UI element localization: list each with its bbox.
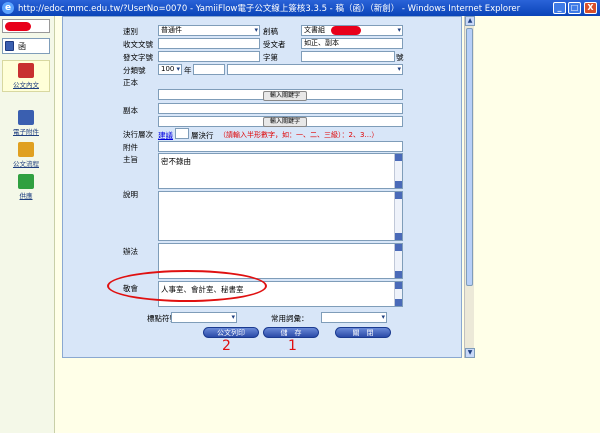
annotation-number-1: 1 — [288, 338, 297, 354]
type-select[interactable]: 普通件 — [158, 25, 260, 36]
method-label: 辦法 — [123, 247, 138, 256]
user-box — [2, 19, 50, 33]
subject-textarea[interactable]: 密不錄由 — [158, 153, 403, 189]
recipient-input[interactable]: 如正、副本 — [301, 38, 403, 49]
hao-label: 號 — [396, 53, 404, 62]
method-scrollbar[interactable] — [394, 244, 402, 278]
category-select[interactable] — [227, 64, 403, 75]
exec-level-input[interactable] — [175, 128, 189, 139]
annotation-number-2: 2 — [222, 338, 231, 354]
sidebar-item-attachment[interactable]: 電子附件 — [2, 108, 50, 140]
subject-text: 密不錄由 — [161, 157, 191, 166]
level-suffix: 層決行 — [191, 131, 214, 140]
scroll-thumb[interactable] — [466, 28, 473, 286]
countersign-scrollbar[interactable] — [394, 282, 402, 306]
scroll-up-arrow[interactable]: ▲ — [465, 16, 475, 26]
draft-value: 文書組 — [304, 26, 325, 34]
subject-scrollbar[interactable] — [394, 154, 402, 188]
sidebar-item-flow[interactable]: 公文流程 — [2, 140, 50, 172]
sidebar-item-label: 供應 — [19, 192, 33, 200]
annotation-ellipse — [107, 270, 267, 302]
word-input[interactable] — [301, 51, 395, 62]
doc-type-tab[interactable]: 函 — [2, 38, 50, 54]
main-copy-keyword-button[interactable]: 輸入關鍵字 — [263, 91, 307, 101]
attachment-label: 附件 — [123, 143, 138, 152]
common-words-label: 常用詞彙： — [271, 314, 309, 323]
doc-type-label: 函 — [18, 41, 26, 51]
window-title: http://edoc.mmc.edu.tw/?UserNo=0070 - Ya… — [18, 4, 521, 14]
draft-label: 創稿 — [263, 27, 278, 36]
ie-icon: e — [2, 2, 14, 14]
send-no-input[interactable] — [158, 51, 260, 62]
common-words-select[interactable] — [321, 312, 387, 323]
close-button[interactable]: 關 閉 — [335, 327, 391, 338]
year-input[interactable] — [193, 64, 225, 75]
sidebar-item-label: 公文流程 — [13, 160, 39, 168]
sidebar-item-label: 電子附件 — [13, 128, 39, 136]
class-select[interactable]: 100 — [158, 64, 182, 75]
type-label: 速別 — [123, 27, 138, 36]
title-bar: e http://edoc.mmc.edu.tw/?UserNo=0070 - … — [0, 0, 600, 16]
level-hint: （請輸入半形數字，如：一、二、三級）：2、3…） — [219, 131, 379, 139]
print-button[interactable]: 公文列印 — [203, 327, 259, 338]
cc-input[interactable] — [158, 103, 403, 114]
sidebar: 函 公文內文 電子附件 公文流程 供應 — [0, 16, 55, 433]
page-scrollbar[interactable]: ▲ ▼ — [464, 16, 475, 358]
minimize-button[interactable]: _ — [553, 2, 566, 14]
maximize-button[interactable]: □ — [568, 2, 581, 14]
year-label: 年 — [184, 66, 192, 75]
sidebar-item-supply[interactable]: 供應 — [2, 172, 50, 204]
suggest-link[interactable]: 建議 — [158, 130, 173, 141]
exec-level-label: 決行層次 — [123, 130, 153, 139]
redaction-mark — [5, 22, 31, 31]
document-edit-icon — [18, 63, 34, 78]
send-no-label: 發文字號 — [123, 53, 153, 62]
attachment-input[interactable] — [158, 141, 403, 152]
stamp-select[interactable] — [171, 312, 237, 323]
description-label: 說明 — [123, 190, 138, 199]
cc-label: 副本 — [123, 106, 138, 115]
main-copy-label: 正本 — [123, 78, 138, 87]
receive-no-label: 收文文號 — [123, 40, 153, 49]
description-scrollbar[interactable] — [394, 192, 402, 240]
save-button[interactable]: 儲 存 — [263, 327, 319, 338]
redaction-mark — [331, 26, 361, 35]
supply-icon — [18, 174, 34, 189]
recipient-label: 受文者 — [263, 40, 286, 49]
sidebar-item-content[interactable]: 公文內文 — [2, 60, 50, 92]
scroll-down-arrow[interactable]: ▼ — [465, 348, 475, 358]
attachment-icon — [18, 110, 34, 125]
sidebar-item-label: 公文內文 — [13, 81, 39, 89]
subject-label: 主旨 — [123, 155, 138, 164]
description-textarea[interactable] — [158, 191, 403, 241]
book-icon — [5, 41, 14, 51]
flow-icon — [18, 142, 34, 157]
receive-no-input[interactable] — [158, 38, 260, 49]
close-window-button[interactable]: X — [584, 2, 597, 14]
document-form: 速別 普通件 創稿 文書組 收文文號 受文者 如正、副本 發文字號 字第 號 分… — [62, 16, 462, 358]
word-label: 字第 — [263, 53, 278, 62]
cc-keyword-button[interactable]: 輸入關鍵字 — [263, 117, 307, 127]
class-label: 分類號 — [123, 66, 146, 75]
